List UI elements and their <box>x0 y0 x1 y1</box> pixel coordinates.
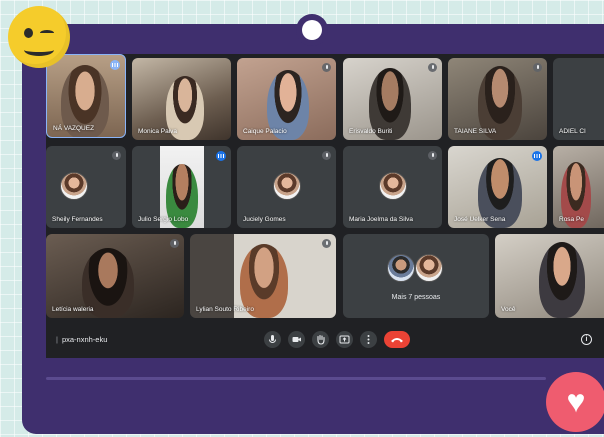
frame-hanger-hole <box>302 20 322 40</box>
participant-name: José Uelker Sena <box>454 216 506 223</box>
participant-name: Monica Paiva <box>138 128 178 135</box>
muted-mic-icon <box>322 63 331 72</box>
participant-name: Julio Sergio Lobo <box>138 216 189 223</box>
participant-name: Sheily Fernandes <box>52 216 103 223</box>
muted-mic-icon <box>428 151 437 160</box>
meeting-code: pxa-nxnh-eku <box>61 335 108 344</box>
muted-mic-icon <box>112 151 121 160</box>
participant-tile[interactable]: Julio Sergio Lobo <box>132 146 231 228</box>
participant-name: Juciely Gomes <box>243 216 286 223</box>
participant-avatar <box>60 172 88 200</box>
participant-tile[interactable]: Erisvaldo Buriti <box>343 58 442 140</box>
participant-avatar <box>273 172 301 200</box>
participant-name: Lylian Souto Ribeiro <box>196 306 254 313</box>
end-call-icon[interactable] <box>384 331 410 348</box>
self-view-tile[interactable]: Você <box>495 234 604 318</box>
emoji-mouth <box>24 44 54 56</box>
participant-name: Maria Joelma da Silva <box>349 216 413 223</box>
participant-tile[interactable]: Juciely Gomes <box>237 146 336 228</box>
participant-name: Erisvaldo Buriti <box>349 128 393 135</box>
participant-tile[interactable]: TAIANE SILVA <box>448 58 547 140</box>
muted-mic-icon <box>533 63 542 72</box>
muted-mic-icon <box>322 239 331 248</box>
participant-tile[interactable]: ADIEL CI <box>553 58 604 140</box>
speaking-indicator-icon <box>216 151 226 161</box>
camera-icon[interactable] <box>288 331 305 348</box>
more-options-icon[interactable] <box>110 60 120 70</box>
participant-tile[interactable]: Sheily Fernandes <box>46 146 126 228</box>
muted-mic-icon <box>322 151 331 160</box>
muted-mic-icon <box>428 63 437 72</box>
participant-name: Rosa Pe <box>559 216 584 223</box>
more-options-icon[interactable] <box>360 331 377 348</box>
participant-name: TAIANE SILVA <box>454 128 497 135</box>
meeting-code-area: | pxa-nxnh-eku <box>56 335 107 344</box>
more-people-label: Mais 7 pessoas <box>391 294 441 301</box>
participant-video <box>539 242 585 318</box>
participant-avatar <box>415 254 443 282</box>
video-call-screen: NÁ VAZQUEZ Monica Paiva Caique Palacio E… <box>46 54 604 358</box>
meeting-info-icon[interactable]: i <box>581 334 592 345</box>
participant-tile[interactable]: Mais 7 pessoas <box>343 234 489 318</box>
participant-name: Letícia waleria <box>52 306 94 313</box>
frame-bottom-stripe <box>46 377 546 380</box>
raise-hand-icon[interactable] <box>312 331 329 348</box>
present-screen-icon[interactable] <box>336 331 353 348</box>
muted-mic-icon <box>170 239 179 248</box>
participant-tile[interactable]: José Uelker Sena <box>448 146 547 228</box>
participant-avatar <box>379 172 407 200</box>
mic-icon[interactable] <box>264 331 281 348</box>
participant-tile[interactable]: NÁ VAZQUEZ <box>46 54 126 138</box>
winking-face-emoji <box>8 6 70 68</box>
participant-name: NÁ VAZQUEZ <box>53 125 95 132</box>
participant-tile[interactable]: Maria Joelma da Silva <box>343 146 442 228</box>
meeting-control-bar: | pxa-nxnh-eku i <box>46 322 604 358</box>
participant-tile[interactable]: Rosa Pe <box>553 146 604 228</box>
participant-avatar <box>387 254 415 282</box>
speaking-indicator-icon <box>532 151 542 161</box>
participant-tile[interactable]: Letícia waleria <box>46 234 184 318</box>
heart-icon[interactable]: ♥ <box>546 372 604 432</box>
participant-tile[interactable]: Lylian Souto Ribeiro <box>190 234 336 318</box>
participant-name: ADIEL CI <box>559 128 586 135</box>
meeting-code-separator: | <box>56 335 58 344</box>
emoji-wink <box>40 30 54 36</box>
participant-name: Você <box>501 306 516 313</box>
participant-tile[interactable]: Caique Palacio <box>237 58 336 140</box>
participant-name: Caique Palacio <box>243 128 287 135</box>
participant-tile[interactable]: Monica Paiva <box>132 58 231 140</box>
emoji-eye <box>24 28 33 38</box>
